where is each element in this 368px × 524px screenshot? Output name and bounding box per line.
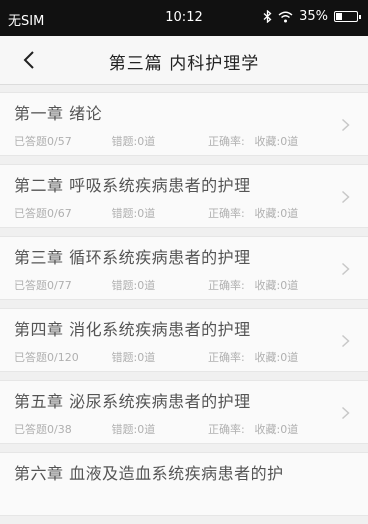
chapter-stats: 已答题0/120 错题:0道 正确率: 收藏:0道 [14,349,298,365]
chapter-list: 第一章 绪论 已答题0/57 错题:0道 正确率: 收藏:0道 第二章 呼吸系统… [0,92,368,524]
chapter-row[interactable]: 第三章 循环系统疾病患者的护理 已答题0/77 错题:0道 正确率: 收藏:0道 [0,236,368,300]
chapter-row[interactable]: 第四章 消化系统疾病患者的护理 已答题0/120 错题:0道 正确率: 收藏:0… [0,308,368,372]
wrong-count: 错题:0道 [111,135,156,148]
chevron-right-icon [341,262,350,276]
chapter-stats: 已答题0/67 错题:0道 正确率: 收藏:0道 [14,205,298,221]
chapter-row[interactable]: 第二章 呼吸系统疾病患者的护理 已答题0/67 错题:0道 正确率: 收藏:0道 [0,164,368,228]
chevron-right-icon [341,334,350,348]
chapter-stats: 已答题0/38 错题:0道 正确率: 收藏:0道 [14,421,298,437]
accuracy-label: 正确率: [208,207,245,220]
chapter-title: 第五章 泌尿系统疾病患者的护理 [14,392,251,411]
favorites-count: 收藏:0道 [254,279,299,292]
answered-count: 已答题0/57 [14,135,72,148]
chapter-stats: 已答题0/77 错题:0道 正确率: 收藏:0道 [14,277,298,293]
accuracy-label: 正确率: [208,279,245,292]
answered-count: 已答题0/120 [14,351,79,364]
status-bar: 无SIM 10:12 35% [0,0,368,36]
chapter-row[interactable]: 第一章 绪论 已答题0/57 错题:0道 正确率: 收藏:0道 [0,92,368,156]
chevron-right-icon [341,118,350,132]
chapter-title: 第二章 呼吸系统疾病患者的护理 [14,176,251,195]
wifi-icon [278,11,293,22]
chapter-row[interactable]: 第六章 血液及造血系统疾病患者的护 [0,452,368,516]
wrong-count: 错题:0道 [111,351,156,364]
chapter-title: 第四章 消化系统疾病患者的护理 [14,320,251,339]
chevron-right-icon [341,190,350,204]
chapter-stats: 已答题0/57 错题:0道 正确率: 收藏:0道 [14,133,298,149]
accuracy-label: 正确率: [208,135,245,148]
battery-percent: 35% [299,9,328,24]
chevron-right-icon [341,406,350,420]
chapter-row[interactable]: 第五章 泌尿系统疾病患者的护理 已答题0/38 错题:0道 正确率: 收藏:0道 [0,380,368,444]
accuracy-label: 正确率: [208,423,245,436]
answered-count: 已答题0/67 [14,207,72,220]
wrong-count: 错题:0道 [111,207,156,220]
favorites-count: 收藏:0道 [254,423,299,436]
wrong-count: 错题:0道 [111,279,156,292]
bluetooth-icon [263,10,272,23]
chapter-title: 第三章 循环系统疾病患者的护理 [14,248,251,267]
nav-bar: 第三篇 内科护理学 [0,36,368,85]
accuracy-label: 正确率: [208,351,245,364]
chapter-title: 第六章 血液及造血系统疾病患者的护 [14,464,284,483]
answered-count: 已答题0/77 [14,279,72,292]
favorites-count: 收藏:0道 [254,207,299,220]
chapter-title: 第一章 绪论 [14,104,103,123]
answered-count: 已答题0/38 [14,423,72,436]
favorites-count: 收藏:0道 [254,351,299,364]
favorites-count: 收藏:0道 [254,135,299,148]
wrong-count: 错题:0道 [111,423,156,436]
page-title: 第三篇 内科护理学 [108,54,260,74]
battery-icon [334,11,361,22]
status-right-group: 35% [263,9,361,24]
